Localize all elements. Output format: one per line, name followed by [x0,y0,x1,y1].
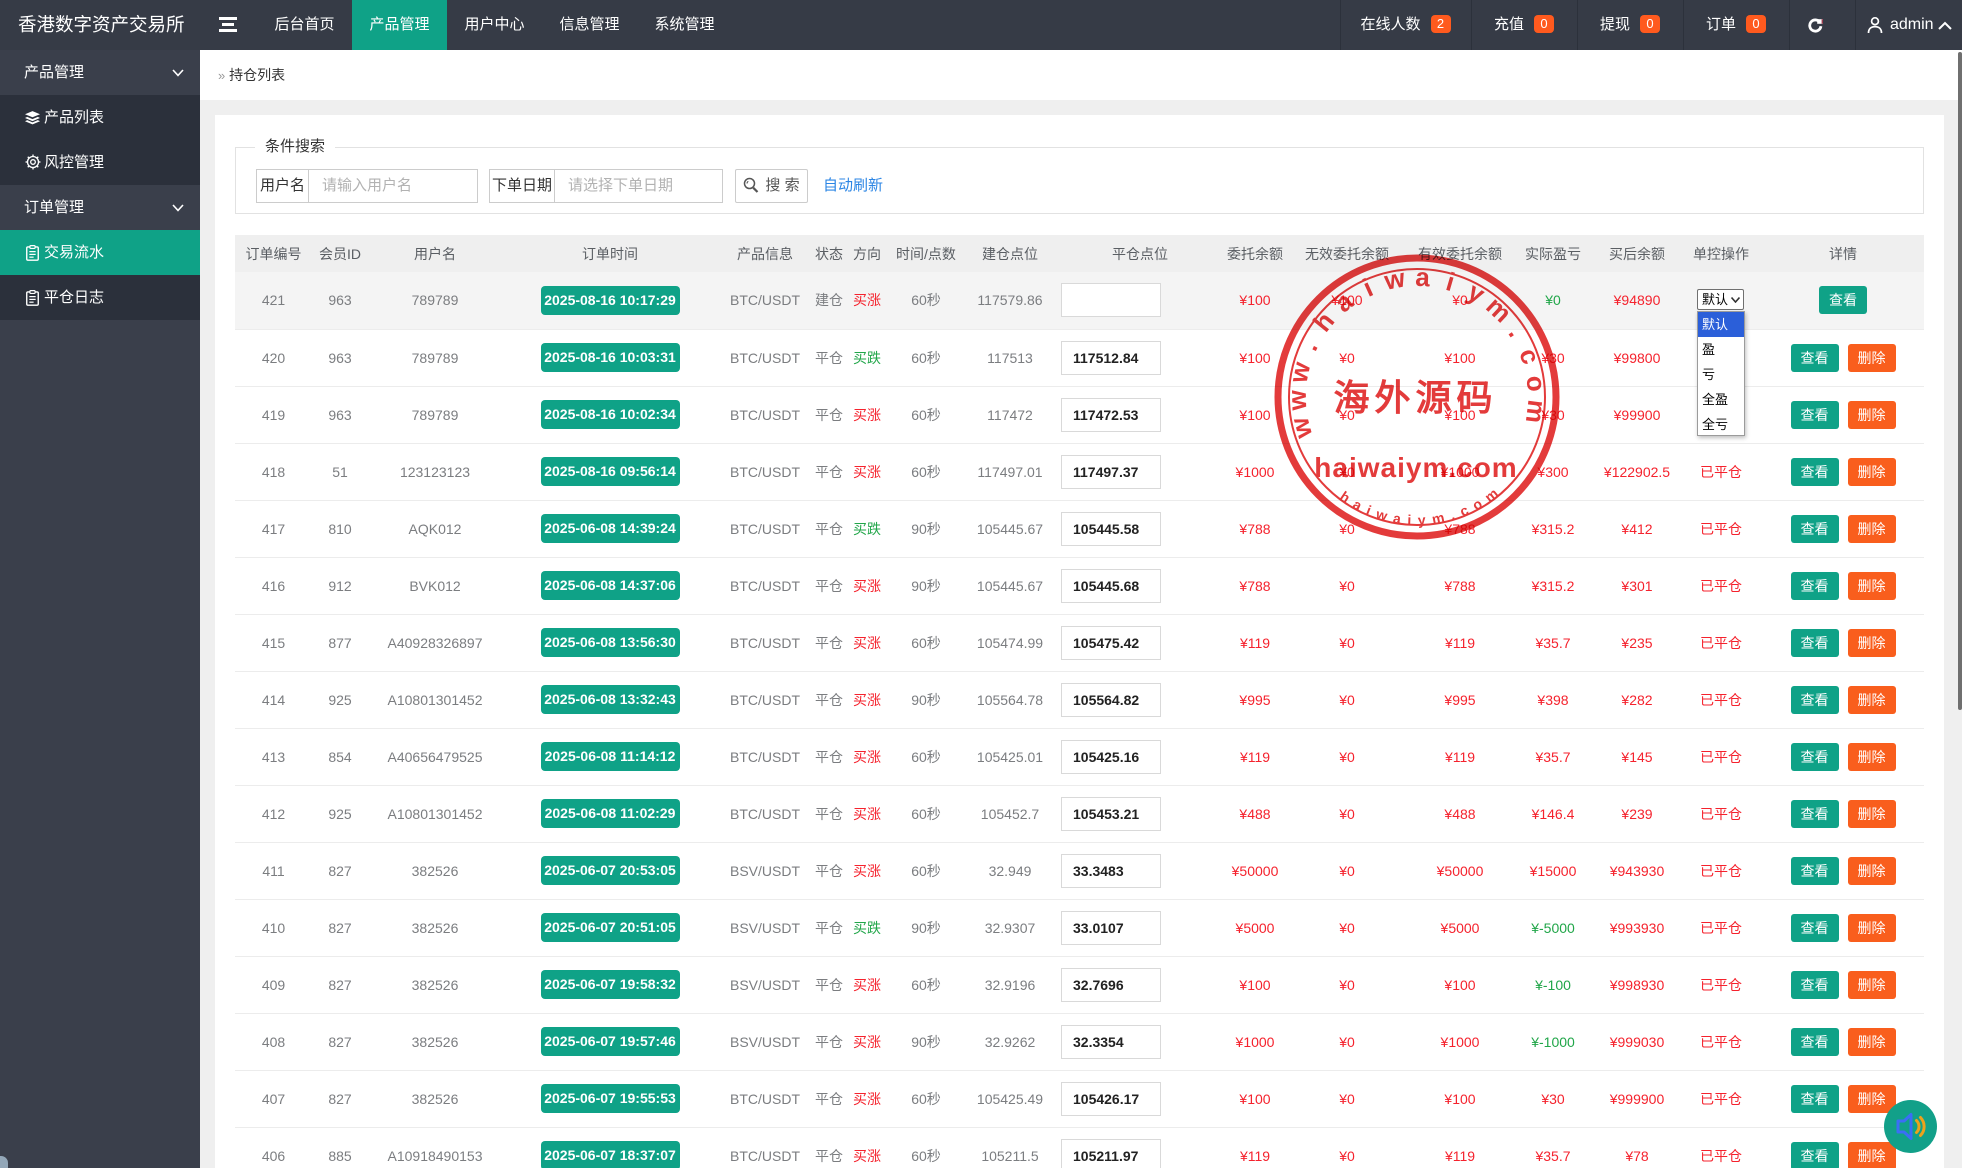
svg-text:m: m [1520,398,1553,425]
svg-text:haiwaiym.com: haiwaiym.com [1314,452,1517,483]
svg-text:w: w [1284,414,1319,443]
svg-text:a: a [1329,285,1359,318]
svg-text:w: w [1381,262,1408,296]
svg-text:w: w [1283,358,1317,386]
svg-text:i: i [1443,266,1458,297]
svg-text:o: o [1520,374,1552,393]
svg-text:a: a [1415,262,1431,293]
svg-text:w: w [1282,389,1313,412]
svg-text:海外源码: 海外源码 [1333,378,1497,418]
